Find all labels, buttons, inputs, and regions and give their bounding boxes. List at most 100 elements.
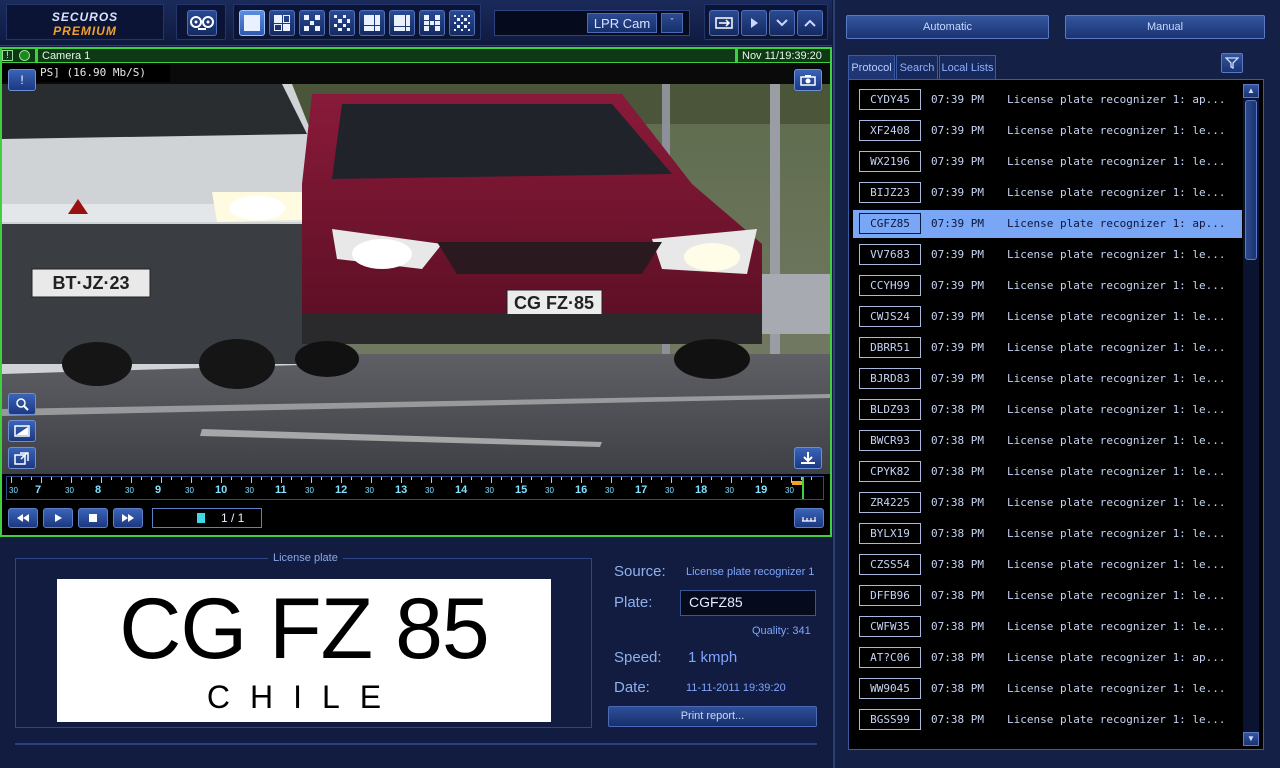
info-icon[interactable]: !	[2, 50, 13, 61]
list-item[interactable]: BIJZ23 07:39 PM License plate recognizer 1…	[853, 179, 1242, 207]
layout-1x1-button[interactable]	[239, 10, 265, 36]
list-item[interactable]: BLDZ93 07:38 PM License plate recognizer 1…	[853, 396, 1242, 424]
header-divider-right	[735, 49, 738, 63]
timeline-tick	[601, 477, 602, 480]
timeline-tick	[271, 477, 272, 480]
archive-timeline[interactable]: 30 7 30 8 30 9 30 10 30 11 30 12 30 13 30 14 30 15 30 16 30 1…	[6, 476, 824, 500]
timeline-tick	[741, 477, 742, 480]
list-item[interactable]: CGFZ85 07:39 PM License plate recognizer 1…	[853, 210, 1242, 238]
row-plate: AT?C06	[859, 647, 921, 668]
row-event: License plate recognizer 1: le...	[1007, 558, 1226, 571]
list-item[interactable]: WX2196 07:39 PM License plate recognizer 1…	[853, 148, 1242, 176]
list-scrollbar[interactable]: ▲ ▼	[1243, 84, 1259, 746]
download-button[interactable]	[794, 447, 822, 469]
timeline-hour-label: 17	[635, 484, 648, 496]
list-item[interactable]: CWJS24 07:39 PM License plate recognizer 1…	[853, 303, 1242, 331]
list-item[interactable]: VV7683 07:39 PM License plate recognizer 1…	[853, 241, 1242, 269]
row-plate: BIJZ23	[859, 182, 921, 203]
timeline-scale-button[interactable]	[794, 508, 824, 528]
timeline-tick	[131, 477, 132, 483]
list-item[interactable]: ZR4225 07:38 PM License plate recognizer 1…	[853, 489, 1242, 517]
filter-button[interactable]	[1221, 53, 1243, 73]
list-item[interactable]: CPYK82 07:38 PM License plate recognizer 1…	[853, 458, 1242, 486]
scroll-up-button[interactable]	[797, 10, 823, 36]
row-event: License plate recognizer 1: le...	[1007, 248, 1226, 261]
timeline-tick	[311, 477, 312, 483]
layout-2x2-button[interactable]	[299, 10, 325, 36]
archive-tape-button[interactable]	[187, 10, 217, 36]
camera-dropdown-button[interactable]: ˇ	[661, 13, 683, 33]
timeline-tick	[681, 477, 682, 480]
layout-2x3-button[interactable]	[419, 10, 445, 36]
timeline-tick	[71, 477, 72, 483]
camera-scene: BT·JZ·23 CG FZ·85	[2, 64, 830, 474]
scroll-up-arrow[interactable]: ▲	[1243, 84, 1259, 98]
list-item[interactable]: WW9045 07:38 PM License plate recognizer 1…	[853, 675, 1242, 703]
export-window-button[interactable]	[8, 447, 36, 469]
layout-1plus7-button[interactable]	[389, 10, 415, 36]
source-label: Source:	[614, 563, 666, 580]
row-event: License plate recognizer 1: le...	[1007, 434, 1226, 447]
next-camera-button[interactable]	[741, 10, 767, 36]
camera-selector[interactable]: LPR Cam ˇ	[494, 10, 690, 36]
filter-icon	[1225, 57, 1239, 69]
timeline-tick	[481, 477, 482, 480]
timeline-tick	[381, 477, 382, 480]
row-event: License plate recognizer 1: le...	[1007, 589, 1226, 602]
list-item[interactable]: BWCR93 07:38 PM License plate recognizer 1…	[853, 427, 1242, 455]
alarm-button[interactable]: !	[8, 69, 36, 91]
timeline-tick	[501, 477, 502, 480]
timeline-tick	[461, 477, 462, 483]
list-item[interactable]: AT?C06 07:38 PM License plate recognizer 1…	[853, 644, 1242, 672]
video-feed[interactable]: BT·JZ·23 CG FZ·85 PS] (16.90 Mb/S) !	[2, 64, 830, 474]
list-item[interactable]: CWFW35 07:38 PM License plate recognizer 1…	[853, 613, 1242, 641]
page-counter: 1 / 1	[221, 511, 245, 525]
tab-local-lists[interactable]: Local Lists	[939, 55, 996, 79]
stop-button[interactable]	[78, 508, 108, 528]
list-item[interactable]: XF2408 07:39 PM License plate recognizer 1…	[853, 117, 1242, 145]
layout-1plus3-button[interactable]	[269, 10, 295, 36]
list-item[interactable]: CZSS54 07:38 PM License plate recognizer 1…	[853, 551, 1242, 579]
list-item[interactable]: BGSS99 07:38 PM License plate recognizer 1…	[853, 706, 1242, 734]
image-adjust-button[interactable]	[8, 420, 36, 442]
timeline-cursor[interactable]	[802, 477, 804, 499]
zoom-button[interactable]	[8, 393, 36, 415]
manual-mode-button[interactable]: Manual	[1065, 15, 1265, 39]
timeline-tick	[331, 477, 332, 480]
timeline-tick	[441, 477, 442, 480]
plate-field[interactable]: CGFZ85	[680, 590, 816, 616]
row-time: 07:39 PM	[931, 186, 984, 199]
tab-protocol[interactable]: Protocol	[848, 55, 895, 79]
row-plate: BGSS99	[859, 709, 921, 730]
timeline-tick	[671, 477, 672, 483]
row-plate: DFFB96	[859, 585, 921, 606]
row-time: 07:38 PM	[931, 589, 984, 602]
rewind-button[interactable]	[8, 508, 38, 528]
sequence-button[interactable]	[709, 10, 739, 36]
tab-search[interactable]: Search	[896, 55, 938, 79]
scroll-down-button[interactable]	[769, 10, 795, 36]
app-window: SECUROS PREMIUM LPR Cam ˇ ! Camera 1 Nov…	[0, 0, 1280, 768]
layout-4x4-button[interactable]	[449, 10, 475, 36]
list-item[interactable]: DFFB96 07:38 PM License plate recognizer 1…	[853, 582, 1242, 610]
camera-name-button[interactable]: LPR Cam	[587, 13, 657, 33]
source-value: License plate recognizer 1	[686, 566, 815, 578]
fast-forward-button[interactable]	[113, 508, 143, 528]
list-item[interactable]: BYLX19 07:38 PM License plate recognizer 1…	[853, 520, 1242, 548]
list-item[interactable]: CCYH99 07:39 PM License plate recognizer 1…	[853, 272, 1242, 300]
layout-3x3-button[interactable]	[329, 10, 355, 36]
timeline-half-label: 30	[605, 486, 614, 495]
list-item[interactable]: BJRD83 07:39 PM License plate recognizer 1…	[853, 365, 1242, 393]
row-event: License plate recognizer 1: ap...	[1007, 217, 1226, 230]
automatic-mode-button[interactable]: Automatic	[846, 15, 1049, 39]
scroll-thumb[interactable]	[1245, 100, 1257, 260]
scroll-down-arrow[interactable]: ▼	[1243, 732, 1259, 746]
print-report-button[interactable]: Print report...	[608, 706, 817, 727]
play-button[interactable]	[43, 508, 73, 528]
row-plate: CYDY45	[859, 89, 921, 110]
snapshot-button[interactable]	[794, 69, 822, 91]
list-item[interactable]: CYDY45 07:39 PM License plate recognizer 1…	[853, 86, 1242, 114]
layout-1plus5-button[interactable]	[359, 10, 385, 36]
timeline-tick	[691, 477, 692, 480]
list-item[interactable]: DBRR51 07:39 PM License plate recognizer 1…	[853, 334, 1242, 362]
